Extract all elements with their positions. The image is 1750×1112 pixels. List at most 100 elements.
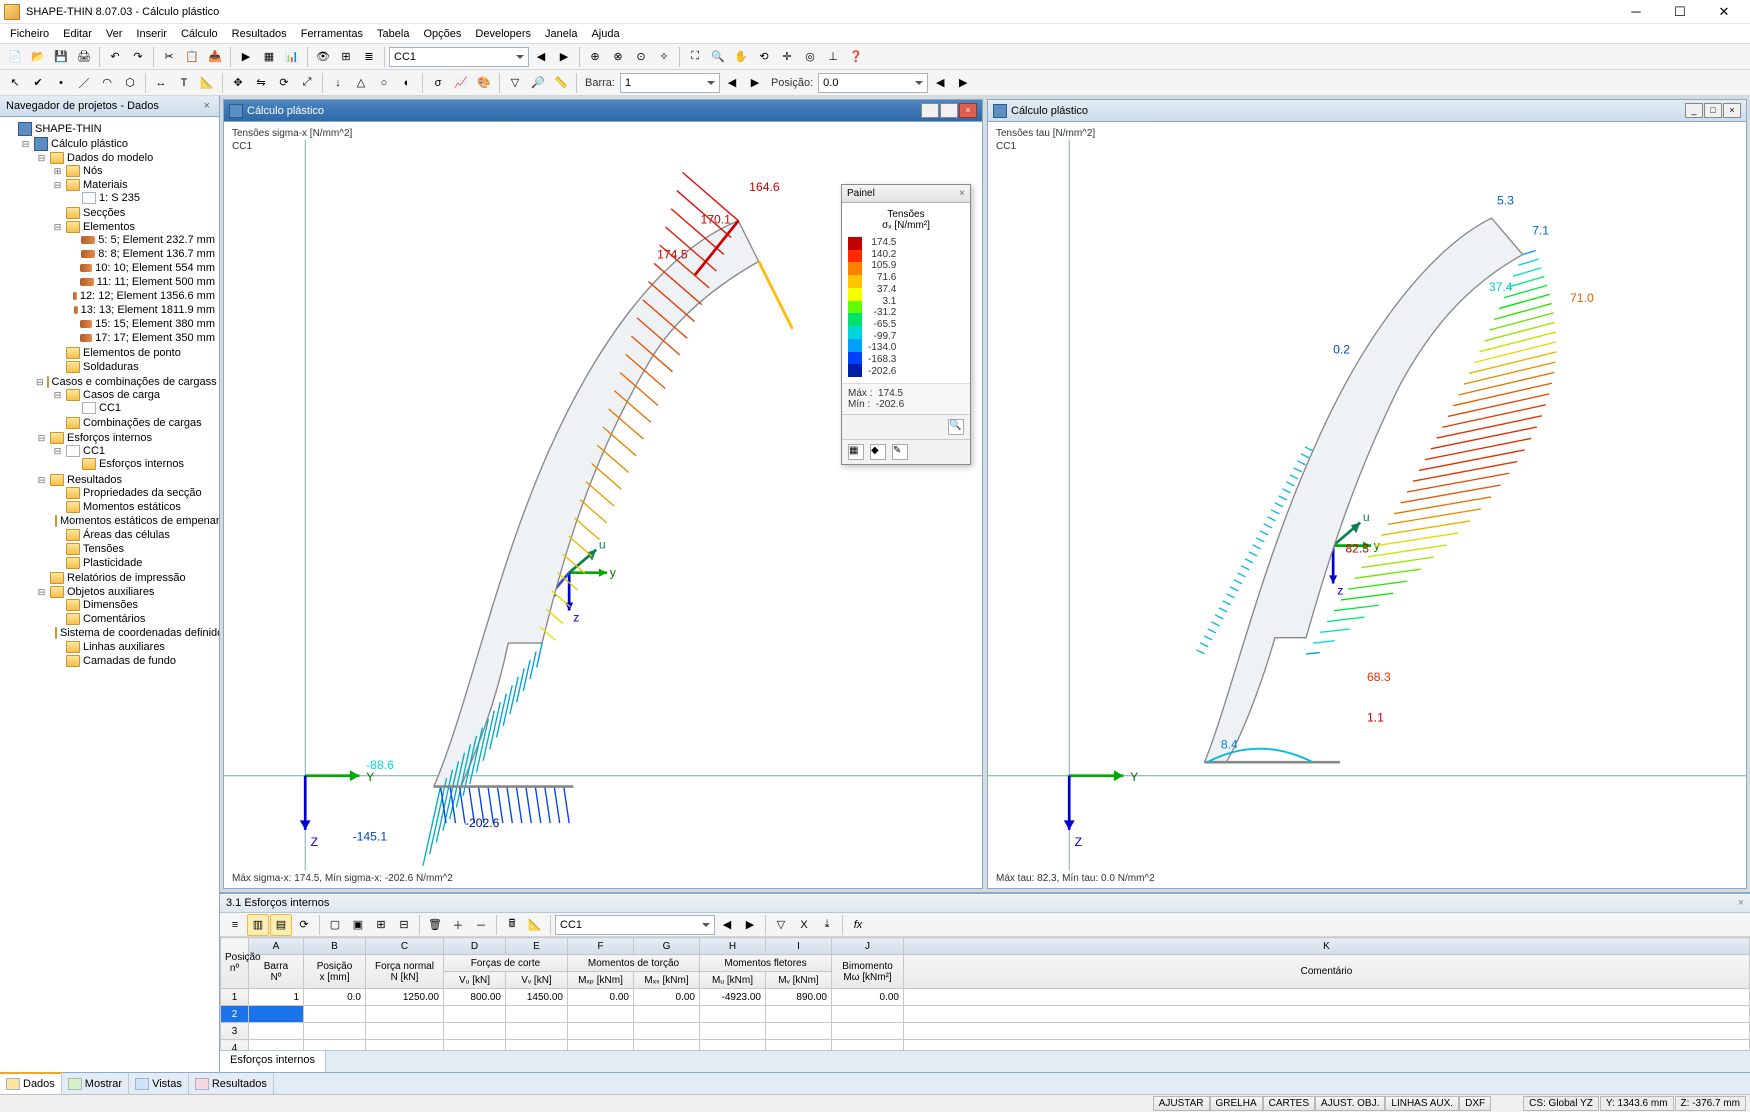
- view-max-icon[interactable]: □: [940, 103, 958, 118]
- stress-icon[interactable]: σ: [427, 72, 449, 94]
- tree-nodes[interactable]: ⊞Nós: [52, 165, 219, 177]
- tree-result-4[interactable]: Tensões: [52, 543, 219, 555]
- table-close-icon[interactable]: ×: [1738, 897, 1744, 909]
- nav-tab-resultados[interactable]: Resultados: [189, 1073, 274, 1094]
- table-cc-select[interactable]: CC1: [555, 915, 715, 935]
- tool-a-icon[interactable]: ⊕: [584, 46, 606, 68]
- tt-k-icon[interactable]: 🖩: [501, 914, 523, 936]
- tree-elements[interactable]: ⊟Elementos: [52, 221, 219, 233]
- check-icon[interactable]: ✔: [27, 72, 49, 94]
- measure-icon[interactable]: 📏: [550, 72, 572, 94]
- status-btn-ajustar[interactable]: AJUSTAR: [1153, 1096, 1210, 1111]
- status-btn-grelha[interactable]: GRELHA: [1210, 1096, 1263, 1111]
- menu-tabela[interactable]: Tabela: [371, 27, 415, 41]
- tt-first-icon[interactable]: ≡: [224, 914, 246, 936]
- tt-b-icon[interactable]: ▤: [270, 914, 292, 936]
- status-btn-cartes[interactable]: CARTES: [1263, 1096, 1315, 1111]
- new-icon[interactable]: 📄: [4, 46, 26, 68]
- results-icon[interactable]: 📊: [281, 46, 303, 68]
- save-icon[interactable]: 💾: [50, 46, 72, 68]
- tt-filter-icon[interactable]: ▽: [770, 914, 792, 936]
- pos-prev-icon[interactable]: ◀: [929, 72, 951, 94]
- tree-element-6[interactable]: 15: 15; Element 380 mm: [68, 318, 219, 330]
- menu-ficheiro[interactable]: Ficheiro: [4, 27, 55, 41]
- tree-element-2[interactable]: 10: 10; Element 554 mm: [68, 262, 219, 274]
- tt-h-icon[interactable]: 🗑: [424, 914, 446, 936]
- legend-tab2-icon[interactable]: ◆: [870, 444, 886, 460]
- menu-ver[interactable]: Ver: [100, 27, 129, 41]
- status-btn-dxf[interactable]: DXF: [1459, 1096, 1491, 1111]
- ortho-icon[interactable]: ⊥: [822, 46, 844, 68]
- release-icon[interactable]: ○: [373, 72, 395, 94]
- close-button[interactable]: ✕: [1702, 1, 1746, 23]
- tree-aux-0[interactable]: Dimensões: [52, 599, 219, 611]
- project-tree[interactable]: SHAPE-THIN⊟Cálculo plástico⊟Dados do mod…: [0, 117, 219, 1072]
- status-btn-ajust. obj.[interactable]: AJUST. OBJ.: [1315, 1096, 1385, 1111]
- osnap-icon[interactable]: ◎: [799, 46, 821, 68]
- legend-tab1-icon[interactable]: ▦: [848, 444, 864, 460]
- view-close-icon[interactable]: ×: [1723, 103, 1741, 118]
- view-close-icon[interactable]: ×: [959, 103, 977, 118]
- open-icon[interactable]: 📂: [27, 46, 49, 68]
- tt-c-icon[interactable]: ⟳: [293, 914, 315, 936]
- calc-icon[interactable]: ▶: [235, 46, 257, 68]
- legend-titlebar[interactable]: Painel×: [842, 185, 970, 203]
- tree-pt-elements[interactable]: Elementos de ponto: [52, 347, 219, 359]
- tree-element-7[interactable]: 17: 17; Element 350 mm: [68, 332, 219, 344]
- tt-g-icon[interactable]: ⊟: [393, 914, 415, 936]
- rotate2-icon[interactable]: ⟳: [273, 72, 295, 94]
- barra-next-icon[interactable]: ▶: [744, 72, 766, 94]
- tree-materials[interactable]: ⊟Materiais: [52, 179, 219, 191]
- diagram-icon[interactable]: 📈: [450, 72, 472, 94]
- redo-icon[interactable]: ↷: [127, 46, 149, 68]
- tt-excel-icon[interactable]: X: [793, 914, 815, 936]
- dim-icon[interactable]: ↔: [150, 72, 172, 94]
- select-icon[interactable]: ↖: [4, 72, 26, 94]
- tree-element-4[interactable]: 12: 12; Element 1356.6 mm: [68, 290, 219, 302]
- loadcase-select[interactable]: CC1: [389, 47, 529, 67]
- help-icon[interactable]: ❓: [845, 46, 867, 68]
- table-icon[interactable]: ▦: [258, 46, 280, 68]
- minimize-button[interactable]: ─: [1614, 1, 1658, 23]
- tree-aux[interactable]: ⊟Objetos auxiliares: [36, 586, 219, 598]
- menu-developers[interactable]: Developers: [469, 27, 537, 41]
- pos-next-icon[interactable]: ▶: [952, 72, 974, 94]
- tree-aux-3[interactable]: Linhas auxiliares: [52, 641, 219, 653]
- node-icon[interactable]: •: [50, 72, 72, 94]
- section-icon[interactable]: 📐: [196, 72, 218, 94]
- tree-element-1[interactable]: 8: 8; Element 136.7 mm: [68, 248, 219, 260]
- barra-select[interactable]: 1: [620, 73, 720, 93]
- tt-i-icon[interactable]: ＋: [447, 914, 469, 936]
- nav-tab-dados[interactable]: Dados: [0, 1072, 62, 1094]
- view-min-icon[interactable]: _: [1685, 103, 1703, 118]
- tt-export-icon[interactable]: ⤓: [816, 914, 838, 936]
- print-icon[interactable]: 🖨: [73, 46, 95, 68]
- scale-icon[interactable]: ⤢: [296, 72, 318, 94]
- menu-opções[interactable]: Opções: [417, 27, 467, 41]
- tree-project[interactable]: ⊟Cálculo plástico: [20, 137, 219, 151]
- navigator-close-icon[interactable]: ×: [201, 100, 213, 112]
- tree-aux-1[interactable]: Comentários: [52, 613, 219, 625]
- paste-icon[interactable]: 📥: [204, 46, 226, 68]
- maximize-button[interactable]: ☐: [1658, 1, 1702, 23]
- tree-results[interactable]: ⊟Resultados: [36, 474, 219, 486]
- snap-icon[interactable]: ✛: [776, 46, 798, 68]
- mirror-icon[interactable]: ⇋: [250, 72, 272, 94]
- layers-icon[interactable]: ≣: [358, 46, 380, 68]
- legend-zoom-icon[interactable]: 🔍: [948, 419, 964, 435]
- tree-result-3[interactable]: Áreas das células: [52, 529, 219, 541]
- tree-element-5[interactable]: 13: 13; Element 1811.9 mm: [68, 304, 219, 316]
- arc-icon[interactable]: ◠: [96, 72, 118, 94]
- nav-tab-mostrar[interactable]: Mostrar: [62, 1073, 129, 1094]
- tree-welds[interactable]: Soldaduras: [52, 361, 219, 373]
- tree-print[interactable]: Relatórios de impressão: [36, 572, 219, 584]
- menu-editar[interactable]: Editar: [57, 27, 98, 41]
- menu-inserir[interactable]: Inserir: [130, 27, 173, 41]
- cut-icon[interactable]: ✂: [158, 46, 180, 68]
- tt-fx-icon[interactable]: fx: [847, 914, 869, 936]
- pan-icon[interactable]: ✋: [730, 46, 752, 68]
- prev-lc-icon[interactable]: ◀: [530, 46, 552, 68]
- view-left-titlebar[interactable]: Cálculo plástico _ □ ×: [224, 100, 982, 122]
- legend-panel[interactable]: Painel× Tensões σₓ [N/mm²] 174.5140.2105…: [841, 184, 971, 465]
- tree-result-2[interactable]: Momentos estáticos de empenamento: [52, 515, 219, 527]
